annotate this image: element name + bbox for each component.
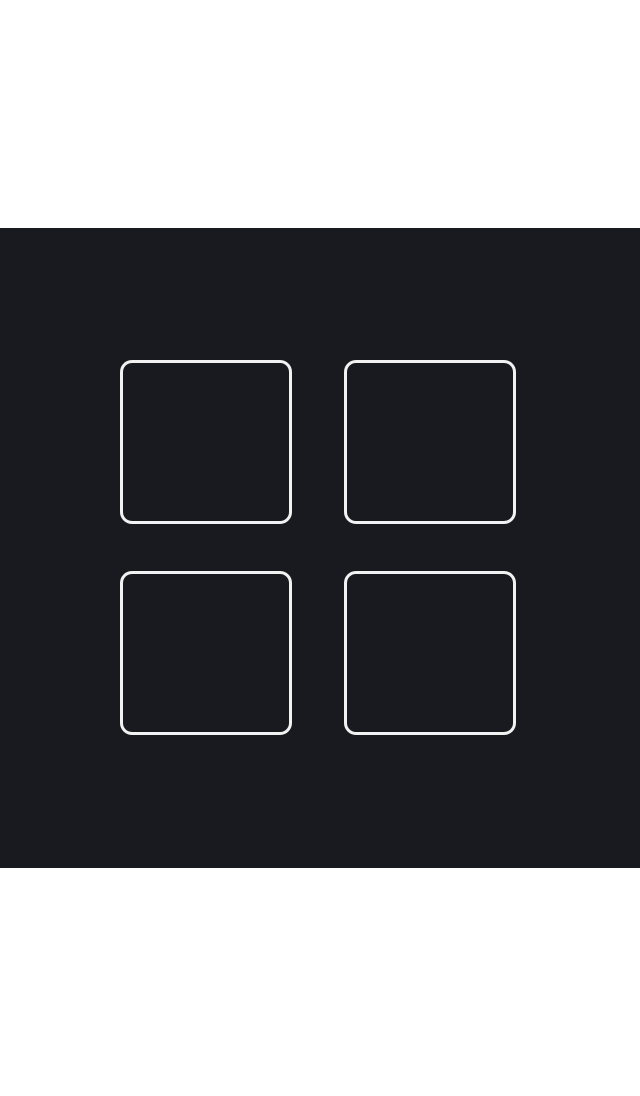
bottom-margin	[0, 868, 640, 1096]
grid-tile-top-right	[344, 360, 516, 524]
grid-tile-bottom-right	[344, 571, 516, 735]
grid-tile-top-left	[120, 360, 292, 524]
screen	[0, 0, 640, 1096]
grid-icon	[120, 360, 520, 740]
image-panel	[0, 228, 640, 868]
top-margin	[0, 0, 640, 228]
grid-tile-bottom-left	[120, 571, 292, 735]
